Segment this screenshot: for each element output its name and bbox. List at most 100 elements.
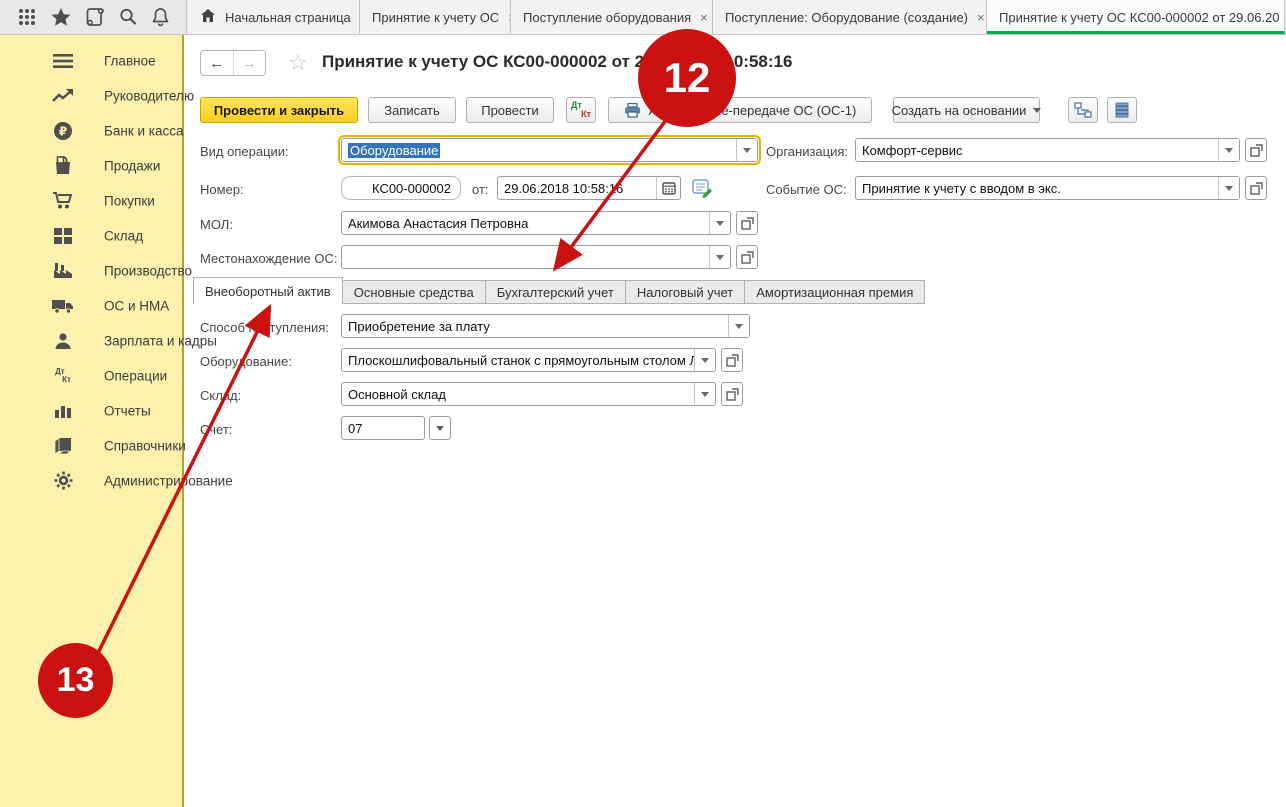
favorites-star-icon[interactable]: [50, 7, 72, 27]
system-tools-panel: [0, 0, 187, 34]
print-act-button[interactable]: Акт о приеме-передаче ОС (ОС-1): [608, 97, 872, 123]
tab-fixed-assets[interactable]: Основные средства: [343, 280, 486, 304]
ruble-coin-icon: ₽: [50, 120, 76, 142]
os-event-field[interactable]: Принятие к учету с вводом в экс.: [855, 176, 1240, 200]
sidebar-item-fixed-assets[interactable]: ОС и НМА: [0, 288, 182, 323]
acquisition-method-value: Приобретение за плату: [342, 315, 728, 337]
tab-accounting[interactable]: Бухгалтерский учет: [486, 280, 626, 304]
account-dropdown-button[interactable]: [429, 416, 451, 440]
acquisition-method-field[interactable]: Приобретение за плату: [341, 314, 750, 338]
account-field[interactable]: 07: [341, 416, 425, 440]
close-icon[interactable]: ×: [700, 10, 708, 25]
date-value: 29.06.2018 10:58:16: [498, 177, 656, 199]
subordination-structure-button[interactable]: [1068, 97, 1098, 123]
sidebar-item-sales[interactable]: Продажи: [0, 148, 182, 183]
os-event-value: Принятие к учету с вводом в экс.: [856, 177, 1218, 199]
home-icon: [200, 8, 216, 26]
sidebar-item-salary-hr[interactable]: Зарплата и кадры: [0, 323, 182, 358]
dropdown-arrow-icon[interactable]: [1218, 139, 1239, 161]
sidebar-item-directories[interactable]: Справочники: [0, 428, 182, 463]
sidebar-item-label: Покупки: [104, 193, 155, 208]
tab-acceptance-list[interactable]: Принятие к учету ОС ×: [360, 0, 511, 34]
dropdown-arrow-icon[interactable]: [728, 315, 749, 337]
location-label: Местонахождение ОС:: [200, 251, 338, 266]
sidebar-item-manager[interactable]: Руководителю: [0, 78, 182, 113]
mol-open-button[interactable]: [736, 211, 758, 235]
number-label: Номер:: [200, 182, 244, 197]
date-field[interactable]: 29.06.2018 10:58:16: [497, 176, 681, 200]
open-windows-tabbar: Начальная страница Принятие к учету ОС ×…: [188, 0, 1285, 34]
person-icon: [50, 330, 76, 352]
mol-value: Акимова Анастасия Петровна: [342, 212, 709, 234]
sidebar-item-label: Зарплата и кадры: [104, 333, 217, 348]
equipment-open-button[interactable]: [721, 348, 743, 372]
tab-equipment-receipt-list[interactable]: Поступление оборудования ×: [511, 0, 713, 34]
back-button[interactable]: ←: [201, 51, 234, 75]
sidebar-item-production[interactable]: Производство: [0, 253, 182, 288]
structure-icon: [1074, 102, 1092, 118]
mol-label: МОЛ:: [200, 217, 233, 232]
factory-icon: [50, 260, 76, 282]
tab-noncurrent-asset[interactable]: Внеоборотный актив: [193, 277, 343, 304]
warehouse-value: Основной склад: [342, 383, 694, 405]
show-postings-dtkt-button[interactable]: ДтКт: [566, 97, 596, 123]
organization-field[interactable]: Комфорт-сервис: [855, 138, 1240, 162]
sidebar-item-label: Руководителю: [104, 88, 194, 103]
dropdown-arrow-icon[interactable]: [709, 212, 730, 234]
sidebar-item-reports[interactable]: Отчеты: [0, 393, 182, 428]
warehouse-label: Склад:: [200, 388, 241, 403]
post-and-close-button[interactable]: Провести и закрыть: [200, 97, 358, 123]
sidebar-item-purchases[interactable]: Покупки: [0, 183, 182, 218]
warehouse-field[interactable]: Основной склад: [341, 382, 716, 406]
sidebar-item-bank-cash[interactable]: ₽ Банк и касса: [0, 113, 182, 148]
dropdown-arrow-icon[interactable]: [736, 139, 757, 161]
main-menu-icon[interactable]: [17, 7, 37, 27]
equipment-field[interactable]: Плоскошлифовальный станок с прямоугольны…: [341, 348, 716, 372]
tab-depreciation-bonus[interactable]: Амортизационная премия: [745, 280, 925, 304]
warehouse-open-button[interactable]: [721, 382, 743, 406]
top-panel: Начальная страница Принятие к учету ОС ×…: [0, 0, 1286, 35]
sidebar-item-administration[interactable]: Администрирование: [0, 463, 182, 498]
history-nav-buttons: ← →: [200, 50, 266, 76]
tab-receipt-new[interactable]: Поступление: Оборудование (создание) ×: [713, 0, 987, 34]
sections-panel: Главное Руководителю ₽ Банк и касса Прод…: [0, 35, 184, 807]
create-based-on-button[interactable]: Создать на основании: [893, 97, 1040, 123]
location-field[interactable]: [341, 245, 731, 269]
notifications-bell-icon[interactable]: [151, 7, 170, 27]
os-event-open-button[interactable]: [1245, 176, 1267, 200]
history-icon[interactable]: [85, 7, 105, 27]
post-button[interactable]: Провести: [466, 97, 554, 123]
save-button[interactable]: Записать: [368, 97, 456, 123]
tab-acceptance-document-active[interactable]: Принятие к учету ОС КС00-000002 от 29.06…: [987, 0, 1285, 34]
tab-tax-accounting[interactable]: Налоговый учет: [626, 280, 745, 304]
forward-button[interactable]: →: [234, 51, 266, 75]
mol-field[interactable]: Акимова Анастасия Петровна: [341, 211, 731, 235]
calendar-icon[interactable]: [656, 177, 680, 199]
tab-home[interactable]: Начальная страница: [188, 0, 360, 34]
tab-label: Принятие к учету ОС: [372, 10, 499, 25]
dropdown-arrow-icon[interactable]: [709, 246, 730, 268]
operation-kind-label: Вид операции:: [200, 144, 289, 159]
print-act-label: Акт о приеме-передаче ОС (ОС-1): [649, 103, 857, 118]
operation-kind-field[interactable]: Оборудование: [341, 138, 758, 162]
application-window: Начальная страница Принятие к учету ОС ×…: [0, 0, 1286, 807]
sidebar-item-operations[interactable]: ДтКт Операции: [0, 358, 182, 393]
tab-label: Поступление оборудования: [523, 10, 691, 25]
dropdown-arrow-icon[interactable]: [694, 383, 715, 405]
tab-label: Поступление: Оборудование (создание): [725, 10, 968, 25]
sidebar-item-main[interactable]: Главное: [0, 43, 182, 78]
dropdown-arrow-icon[interactable]: [694, 349, 715, 371]
sidebar-item-warehouse[interactable]: Склад: [0, 218, 182, 253]
search-icon[interactable]: [118, 7, 138, 27]
organization-open-button[interactable]: [1245, 138, 1267, 162]
date-label: от:: [472, 182, 489, 197]
location-open-button[interactable]: [736, 245, 758, 269]
number-field[interactable]: КС00-000002: [341, 176, 461, 200]
dropdown-arrow-icon[interactable]: [1218, 177, 1239, 199]
register-records-button[interactable]: [1107, 97, 1137, 123]
close-icon[interactable]: ×: [977, 10, 985, 25]
change-number-icon[interactable]: [692, 178, 714, 201]
add-to-favorites-star-icon[interactable]: ☆: [288, 50, 308, 76]
sidebar-item-label: Банк и касса: [104, 123, 184, 138]
menu-icon: [50, 50, 76, 72]
